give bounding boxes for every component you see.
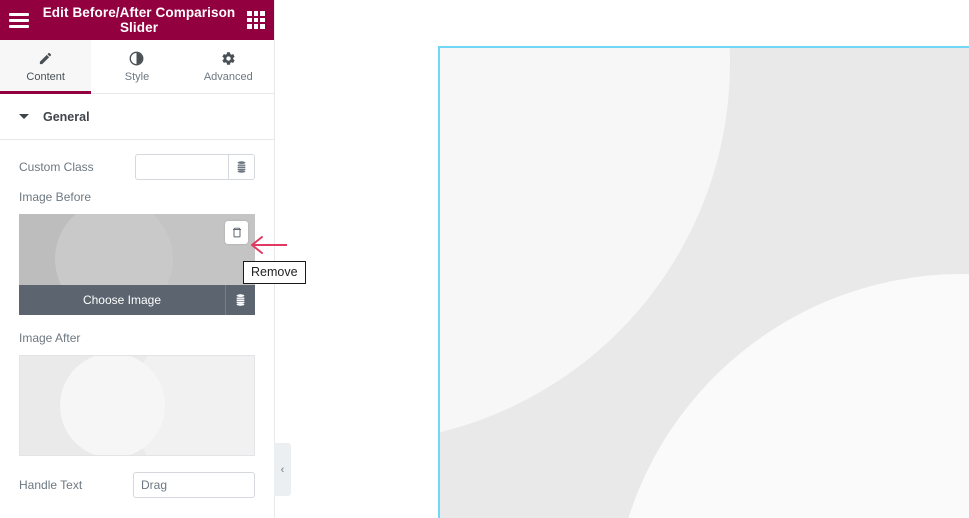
panel-collapse-handle[interactable]: ‹ [274, 443, 291, 496]
custom-class-input-wrap [135, 154, 255, 180]
tab-style[interactable]: Style [91, 40, 183, 93]
section-title: General [43, 109, 90, 124]
preview-shape-light [440, 48, 730, 443]
handle-text-input[interactable] [134, 473, 254, 497]
control-image-before: Image Before Choose Image [19, 190, 255, 315]
placeholder-shape-circle [60, 356, 165, 455]
handle-text-input-wrap [133, 472, 255, 498]
hamburger-icon[interactable] [9, 9, 31, 31]
elementor-editor-window: Edit Before/After Comparison Slider Cont… [0, 0, 969, 518]
page-title: Edit Before/After Comparison Slider [42, 5, 236, 35]
remove-tooltip: Remove [243, 261, 306, 284]
image-after-thumbnail[interactable] [19, 355, 255, 456]
control-custom-class: Custom Class [19, 154, 255, 180]
remove-image-button[interactable] [225, 221, 248, 244]
choose-image-button[interactable]: Choose Image [19, 285, 255, 315]
dynamic-tags-icon[interactable] [228, 155, 254, 179]
tab-style-label: Style [124, 71, 150, 83]
custom-class-input[interactable] [136, 155, 228, 179]
control-handle-text: Handle Text [19, 472, 255, 498]
editor-panel: Edit Before/After Comparison Slider Cont… [0, 0, 275, 518]
preview-shape-white [612, 274, 969, 518]
panel-body: Custom Class Image Before Choose Image I… [0, 140, 274, 498]
panel-header: Edit Before/After Comparison Slider [0, 0, 274, 40]
dynamic-tags-icon[interactable] [225, 285, 255, 315]
tab-advanced-label: Advanced [203, 71, 253, 83]
image-before-media-box: Choose Image [19, 214, 255, 315]
choose-image-label: Choose Image [82, 293, 162, 307]
preview-canvas [275, 0, 969, 518]
image-after-label: Image After [19, 331, 81, 345]
control-image-after: Image After [19, 331, 255, 456]
chevron-down-icon [19, 114, 29, 119]
pencil-icon [38, 50, 53, 66]
before-after-widget-preview[interactable] [438, 46, 969, 518]
gear-icon [221, 50, 236, 66]
tab-advanced[interactable]: Advanced [182, 40, 274, 93]
contrast-circle-icon [129, 50, 144, 66]
custom-class-label: Custom Class [19, 160, 94, 174]
tab-content-label: Content [26, 71, 65, 83]
trash-icon [232, 227, 241, 238]
chevron-left-icon: ‹ [280, 463, 285, 476]
handle-text-label: Handle Text [19, 478, 83, 492]
image-before-label: Image Before [19, 190, 92, 204]
section-header-general[interactable]: General [0, 94, 274, 140]
tab-content[interactable]: Content [0, 40, 92, 94]
widgets-grid-icon[interactable] [247, 11, 265, 29]
panel-tabs: Content Style Advanced [0, 40, 274, 94]
